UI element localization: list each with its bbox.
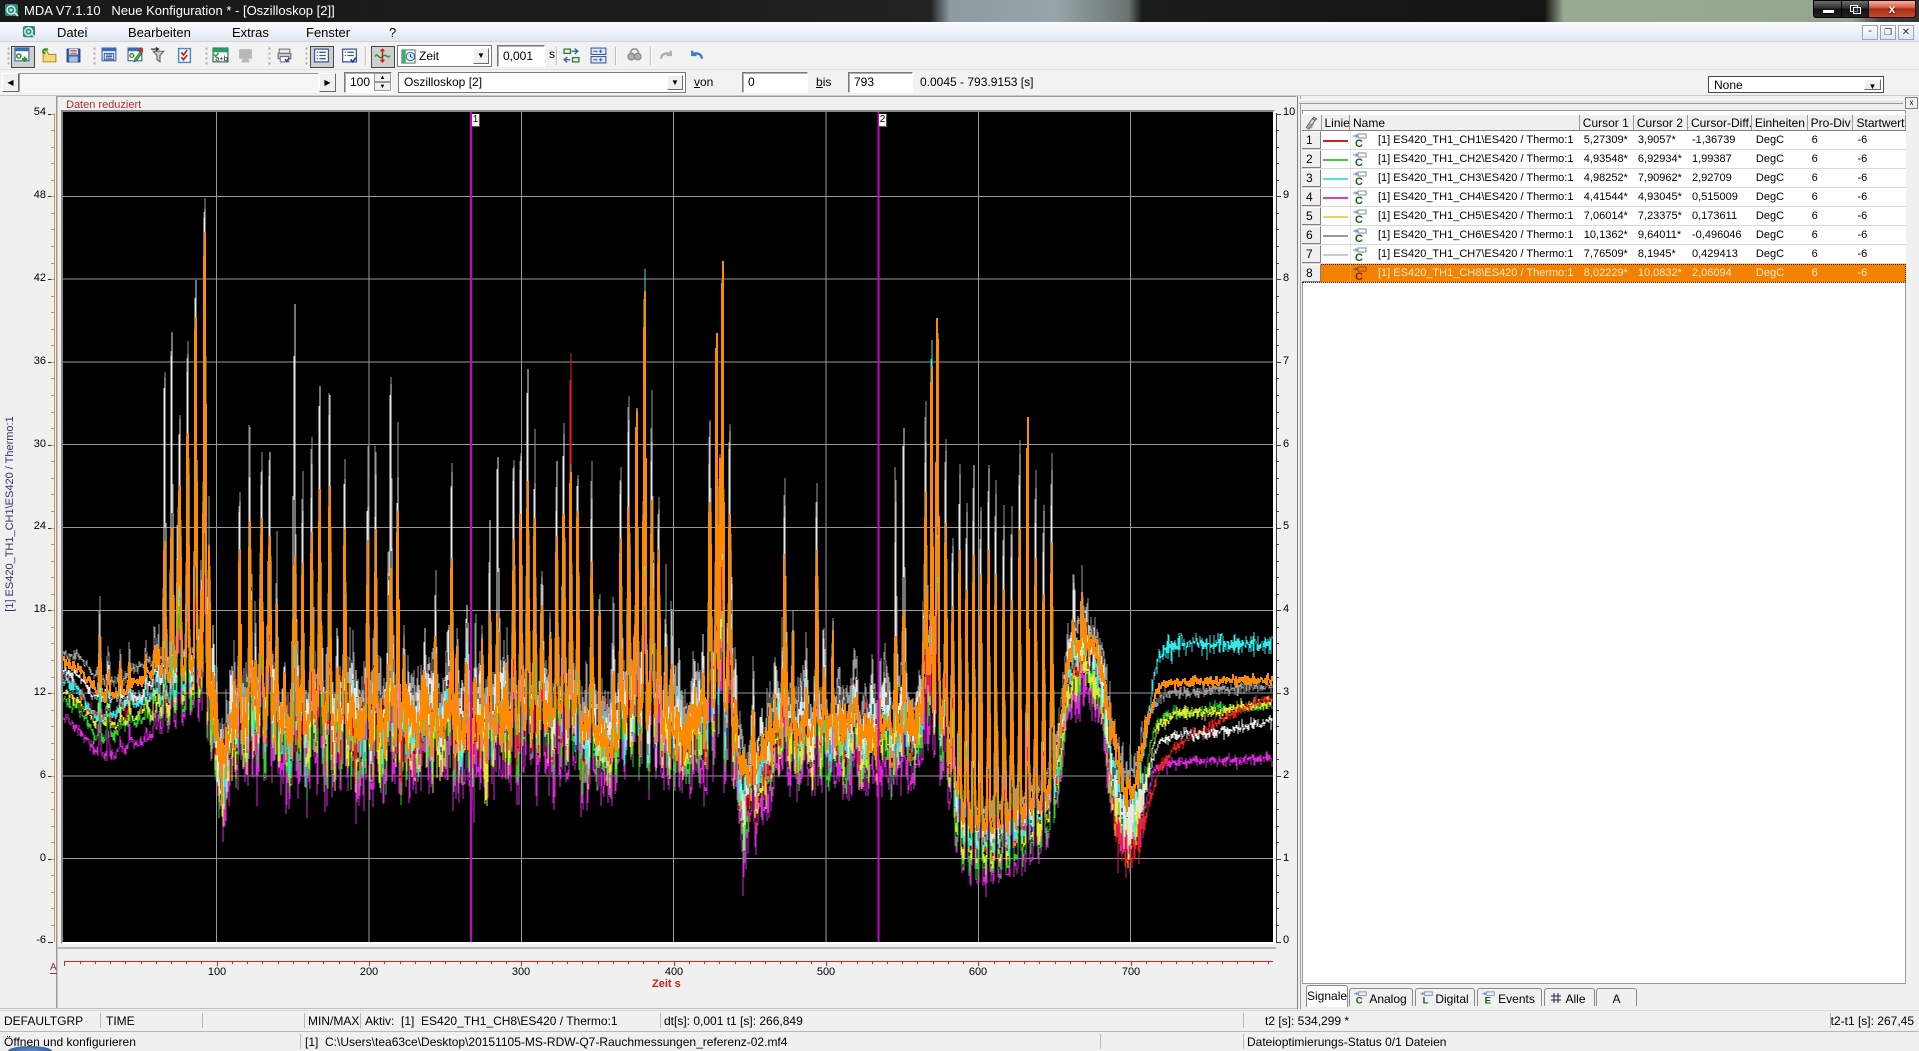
svg-text:L: L bbox=[1423, 995, 1429, 1005]
svg-text:C: C bbox=[1355, 271, 1363, 281]
svg-text:E: E bbox=[1485, 995, 1492, 1005]
svg-text:C: C bbox=[1355, 195, 1363, 205]
svg-text:C: C bbox=[1355, 176, 1363, 186]
svg-text:C: C bbox=[1356, 995, 1363, 1005]
svg-text:C: C bbox=[1355, 138, 1363, 148]
svg-text:C: C bbox=[1355, 214, 1363, 224]
svg-text:C: C bbox=[1355, 252, 1363, 262]
svg-text:C: C bbox=[1355, 157, 1363, 167]
svg-text:C: C bbox=[1355, 233, 1363, 243]
